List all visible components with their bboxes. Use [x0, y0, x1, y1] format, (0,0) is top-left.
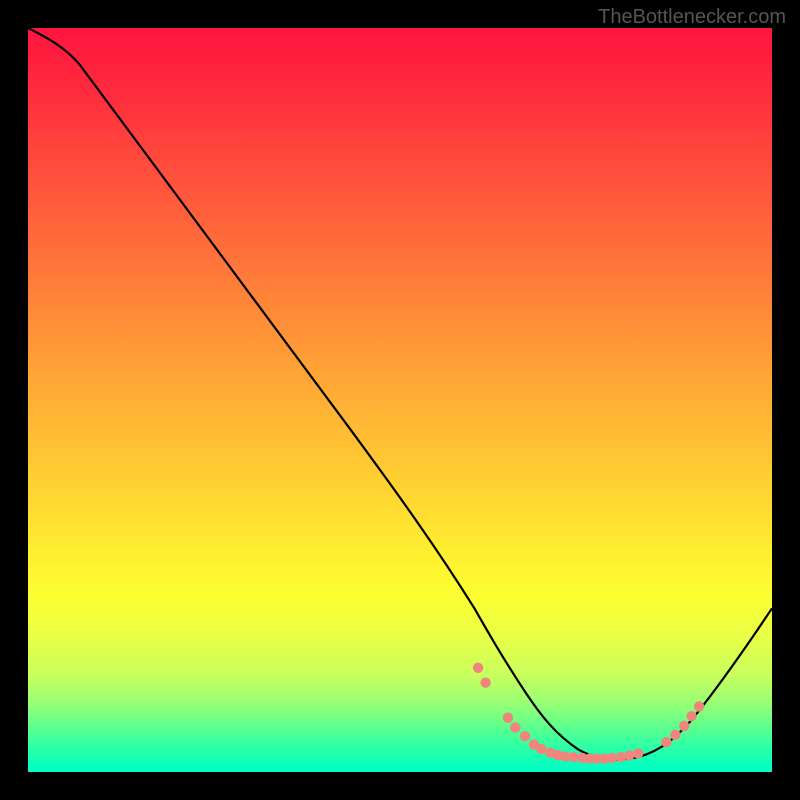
data-marker — [536, 744, 546, 754]
marker-group — [473, 663, 704, 764]
data-marker — [568, 752, 578, 762]
data-marker — [520, 731, 530, 741]
data-marker — [694, 701, 704, 711]
data-marker — [686, 711, 696, 721]
data-marker — [679, 721, 689, 731]
curve-svg — [28, 28, 772, 772]
data-marker — [661, 737, 671, 747]
data-marker — [670, 730, 680, 740]
watermark-text: TheBottlenecker.com — [598, 6, 786, 29]
plot-area — [28, 28, 772, 772]
data-marker — [473, 663, 483, 673]
data-marker — [510, 722, 520, 732]
chart-container: TheBottlenecker.com — [0, 0, 800, 800]
data-marker — [480, 678, 490, 688]
bottleneck-curve — [28, 28, 772, 759]
data-marker — [607, 753, 617, 763]
data-marker — [624, 750, 634, 760]
data-marker — [633, 748, 643, 758]
data-marker — [503, 713, 513, 723]
